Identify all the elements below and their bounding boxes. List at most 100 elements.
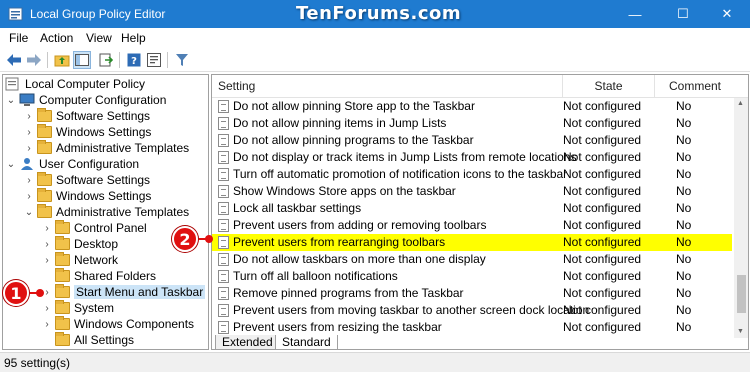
setting-icon — [218, 117, 229, 130]
table-row[interactable]: Show Windows Store apps on the taskbar No… — [212, 183, 732, 200]
tree-node-uc-software-settings[interactable]: › Software Settings — [23, 172, 150, 188]
table-row[interactable]: Do not allow pinning Store app to the Ta… — [212, 98, 732, 115]
tree-node-windows-components[interactable]: › Windows Components — [41, 316, 194, 332]
table-row[interactable]: Do not allow pinning programs to the Tas… — [212, 132, 732, 149]
folder-icon — [55, 284, 70, 298]
chevron-right-icon[interactable]: › — [41, 223, 53, 234]
view-tabs: Extended Standard — [212, 335, 748, 349]
tree-label: Windows Settings — [56, 189, 152, 203]
callout-pointer-dot — [205, 235, 213, 243]
chevron-right-icon[interactable]: › — [23, 127, 35, 138]
tree-label: Network — [74, 253, 119, 267]
menu-help[interactable]: Help — [121, 31, 146, 45]
table-row-highlighted[interactable]: Prevent users from rearranging toolbars N… — [212, 234, 732, 251]
setting-comment: No — [676, 286, 692, 300]
vertical-scrollbar[interactable]: ▲ ▼ — [734, 98, 748, 338]
tree-node-cc-windows-settings[interactable]: › Windows Settings — [23, 124, 151, 140]
tree-label: Computer Configuration — [39, 93, 167, 107]
chevron-right-icon[interactable]: › — [41, 255, 53, 266]
tree-node-cc-administrative-templates[interactable]: › Administrative Templates — [23, 140, 189, 156]
tab-extended[interactable]: Extended — [215, 335, 280, 349]
chevron-down-icon[interactable]: ⌄ — [5, 95, 17, 106]
setting-name: Prevent users from rearranging toolbars — [233, 235, 446, 249]
tree-node-all-settings[interactable]: All Settings — [53, 332, 134, 348]
scroll-thumb[interactable] — [737, 275, 746, 313]
table-row[interactable]: Prevent users from moving taskbar to ano… — [212, 302, 732, 319]
tree-node-uc-windows-settings[interactable]: › Windows Settings — [23, 188, 151, 204]
chevron-right-icon[interactable]: › — [23, 175, 35, 186]
chevron-right-icon[interactable]: › — [41, 239, 53, 250]
tree-node-user-configuration[interactable]: ⌄ User Configuration — [5, 156, 139, 172]
setting-name: Do not allow pinning programs to the Tas… — [233, 133, 474, 147]
forward-arrow-icon[interactable] — [25, 51, 43, 69]
table-row[interactable]: Turn off all balloon notifications Not co… — [212, 268, 732, 285]
tree-label: Administrative Templates — [56, 141, 190, 155]
properties-icon[interactable] — [145, 51, 163, 69]
help-icon[interactable]: ? — [125, 51, 143, 69]
setting-state: Not configured — [563, 269, 642, 283]
setting-comment: No — [676, 167, 692, 181]
menu-file[interactable]: File — [9, 31, 28, 45]
folder-icon — [55, 316, 70, 330]
back-arrow-icon[interactable] — [5, 51, 23, 69]
table-row[interactable]: Prevent users from adding or removing to… — [212, 217, 732, 234]
chevron-down-icon[interactable]: ⌄ — [23, 207, 35, 218]
up-folder-icon[interactable] — [53, 51, 71, 69]
scroll-up-icon[interactable]: ▲ — [737, 100, 744, 107]
chevron-right-icon[interactable]: › — [41, 319, 53, 330]
tree-node-computer-configuration[interactable]: ⌄ Computer Configuration — [5, 92, 167, 108]
setting-comment: No — [676, 218, 692, 232]
tree-node-local-computer-policy[interactable]: Local Computer Policy — [5, 76, 145, 92]
callout-badge-2: 2 — [172, 226, 198, 252]
table-row[interactable]: Lock all taskbar settings Not configured N… — [212, 200, 732, 217]
setting-state: Not configured — [563, 320, 642, 334]
menu-view[interactable]: View — [86, 31, 112, 45]
tree-node-shared-folders[interactable]: Shared Folders — [53, 268, 156, 284]
setting-comment: No — [676, 303, 692, 317]
close-button[interactable]: ✕ — [704, 0, 750, 28]
folder-icon — [55, 236, 70, 250]
chevron-right-icon[interactable]: › — [23, 143, 35, 154]
chevron-right-icon[interactable]: › — [23, 191, 35, 202]
export-list-icon[interactable] — [97, 51, 115, 69]
tree-node-system[interactable]: › System — [41, 300, 114, 316]
setting-name: Turn off automatic promotion of notifica… — [233, 167, 568, 181]
column-header-comment[interactable]: Comment — [655, 75, 735, 97]
tree-node-network[interactable]: › Network — [41, 252, 118, 268]
tree-node-desktop[interactable]: › Desktop — [41, 236, 118, 252]
tree-node-cc-software-settings[interactable]: › Software Settings — [23, 108, 150, 124]
toolbar-separator — [47, 52, 48, 68]
callout-pointer-dot — [36, 289, 44, 297]
setting-name: Do not allow taskbars on more than one d… — [233, 252, 486, 266]
setting-state: Not configured — [563, 303, 642, 317]
setting-icon — [218, 236, 229, 249]
menu-action[interactable]: Action — [40, 31, 73, 45]
table-row[interactable]: Prevent users from resizing the taskbar N… — [212, 319, 732, 336]
table-row[interactable]: Do not allow pinning items in Jump Lists… — [212, 115, 732, 132]
column-header-state[interactable]: State — [563, 75, 655, 97]
chevron-right-icon[interactable]: › — [41, 303, 53, 314]
table-row[interactable]: Turn off automatic promotion of notifica… — [212, 166, 732, 183]
setting-state: Not configured — [563, 218, 642, 232]
column-header-setting[interactable]: Setting — [212, 75, 563, 97]
maximize-button[interactable]: ☐ — [660, 0, 706, 28]
minimize-button[interactable]: — — [612, 0, 658, 28]
filter-icon[interactable] — [173, 51, 191, 69]
scroll-down-icon[interactable]: ▼ — [737, 328, 744, 335]
show-hide-tree-icon[interactable] — [73, 51, 91, 69]
table-row[interactable]: Do not allow taskbars on more than one d… — [212, 251, 732, 268]
setting-name: Do not allow pinning Store app to the Ta… — [233, 99, 475, 113]
folder-icon — [37, 188, 52, 202]
tree-label: System — [74, 301, 115, 315]
tab-standard[interactable]: Standard — [275, 335, 338, 349]
tree-node-uc-administrative-templates[interactable]: ⌄ Administrative Templates — [23, 204, 189, 220]
chevron-right-icon[interactable]: › — [23, 111, 35, 122]
tree-node-start-menu-and-taskbar[interactable]: › Start Menu and Taskbar — [41, 284, 206, 300]
folder-icon — [55, 332, 70, 346]
table-row[interactable]: Do not display or track items in Jump Li… — [212, 149, 732, 166]
chevron-down-icon[interactable]: ⌄ — [5, 159, 17, 170]
table-row[interactable]: Remove pinned programs from the Taskbar N… — [212, 285, 732, 302]
tree-label: Start Menu and Taskbar — [74, 285, 206, 299]
setting-name: Prevent users from moving taskbar to ano… — [233, 303, 590, 317]
tree-node-control-panel[interactable]: › Control Panel — [41, 220, 147, 236]
